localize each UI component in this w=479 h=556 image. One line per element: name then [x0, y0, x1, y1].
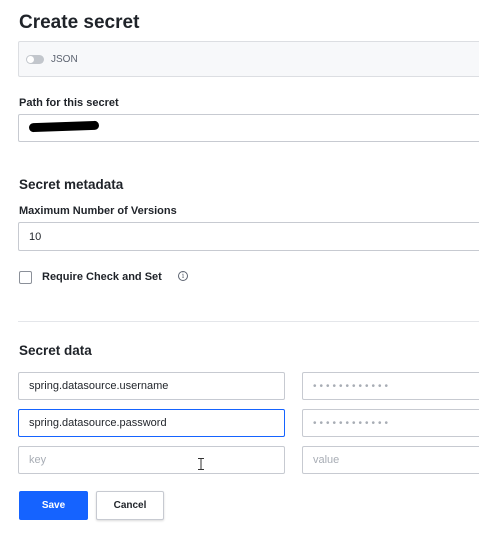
toggle-knob: [27, 56, 34, 63]
info-icon[interactable]: i: [178, 271, 188, 281]
divider: [18, 321, 479, 322]
check-and-set-label: Require Check and Set: [42, 271, 162, 283]
max-versions-label: Maximum Number of Versions: [19, 205, 177, 217]
secret-metadata-title: Secret metadata: [19, 177, 124, 192]
path-input[interactable]: [18, 114, 479, 142]
new-value-placeholder: value: [313, 454, 340, 466]
secret-masked-value: ••••••••••••: [313, 380, 392, 392]
page-title: Create secret: [19, 12, 140, 33]
new-value-input[interactable]: value: [302, 446, 479, 474]
new-key-placeholder: key: [29, 454, 47, 466]
secret-key-value: spring.datasource.username: [29, 380, 169, 392]
secret-key-input[interactable]: spring.datasource.username: [18, 372, 285, 400]
json-toggle-label: JSON: [51, 54, 78, 65]
cancel-button[interactable]: Cancel: [96, 491, 164, 520]
secret-masked-value: ••••••••••••: [313, 417, 392, 429]
secret-value-input[interactable]: ••••••••••••: [302, 372, 479, 400]
json-toggle-bar: JSON: [18, 41, 479, 77]
max-versions-input[interactable]: 10: [18, 222, 479, 251]
check-and-set-checkbox[interactable]: [19, 271, 32, 284]
redaction-mark: [28, 120, 100, 133]
path-label: Path for this secret: [19, 97, 119, 109]
new-key-input[interactable]: key: [18, 446, 285, 474]
secret-key-value: spring.datasource.password: [29, 417, 167, 429]
secret-data-title: Secret data: [19, 343, 92, 358]
text-cursor-icon: [198, 458, 204, 470]
secret-value-input[interactable]: ••••••••••••: [302, 409, 479, 437]
json-toggle-switch[interactable]: [26, 55, 44, 64]
secret-key-input[interactable]: spring.datasource.password: [18, 409, 285, 437]
save-button[interactable]: Save: [19, 491, 88, 520]
max-versions-value: 10: [29, 230, 42, 243]
